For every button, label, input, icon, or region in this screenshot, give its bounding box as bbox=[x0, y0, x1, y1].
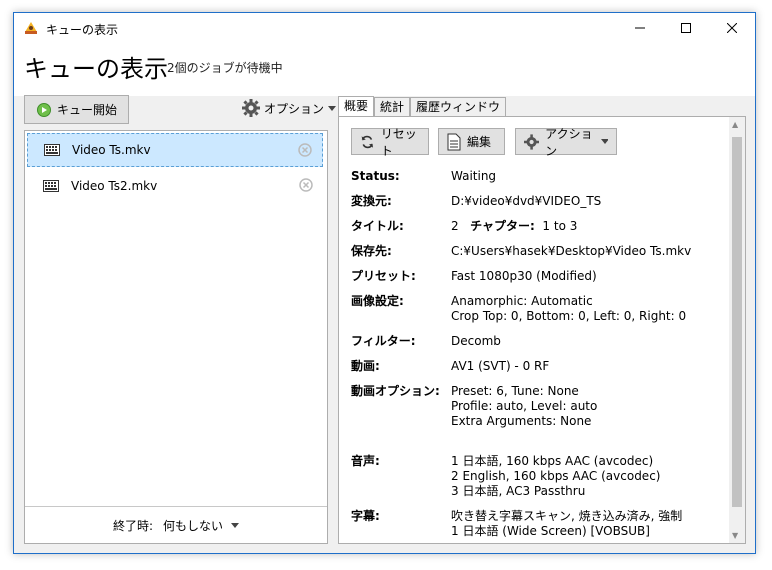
page-header: キューの表示 2個のジョブが待機中 bbox=[14, 43, 755, 96]
chapter-label: チャプター: bbox=[470, 219, 535, 233]
reset-label: リセット bbox=[380, 126, 417, 158]
scroll-up-icon[interactable]: ▲ bbox=[732, 120, 738, 129]
when-done-dropdown[interactable]: 何もしない bbox=[163, 517, 240, 534]
source-label: 変換元: bbox=[351, 194, 392, 208]
summary-panel: リセット 編集 アクション Status: Waiting 変換元: D:¥vi… bbox=[338, 116, 746, 544]
audio-line: 3 日本語, AC3 Passthru bbox=[451, 484, 586, 498]
subtitle-line: 1 日本語 (Wide Screen) [VOBSUB] bbox=[451, 524, 650, 538]
filters-value: Decomb bbox=[451, 334, 501, 348]
preset-value: Fast 1080p30 (Modified) bbox=[451, 269, 597, 283]
action-label: アクション bbox=[545, 126, 593, 158]
destination-value: C:¥Users¥hasek¥Desktop¥Video Ts.mkv bbox=[451, 244, 692, 258]
video-options-row: 動画オプション: Preset: 6, Tune: None Profile: … bbox=[351, 384, 721, 429]
subtitles-row: 字幕: 吹き替え字幕スキャン, 焼き込み済み, 強制 1 日本語 (Wide S… bbox=[351, 509, 721, 539]
remove-icon[interactable] bbox=[299, 178, 313, 192]
maximize-icon bbox=[681, 23, 691, 33]
close-icon bbox=[727, 23, 737, 33]
options-label: オプション bbox=[264, 101, 325, 116]
action-button[interactable]: アクション bbox=[515, 127, 617, 158]
audio-line: 2 English, 160 kbps AAC (avcodec) bbox=[451, 469, 661, 483]
video-file-icon bbox=[44, 144, 60, 156]
preset-label: プリセット: bbox=[351, 269, 416, 283]
queue-item[interactable]: Video Ts2.mkv bbox=[27, 169, 323, 203]
subtitles-label: 字幕: bbox=[351, 509, 380, 523]
tab-history[interactable]: 履歴ウィンドウ bbox=[410, 97, 507, 117]
remove-icon[interactable] bbox=[298, 143, 312, 157]
detail-tabs: 概要 統計 履歴ウィンドウ bbox=[338, 96, 507, 118]
picture-row: 画像設定: Anamorphic: Automatic Crop Top: 0,… bbox=[351, 294, 721, 324]
video-label: 動画: bbox=[351, 359, 380, 373]
queue-item-name: Video Ts2.mkv bbox=[71, 179, 158, 193]
audio-label: 音声: bbox=[351, 454, 380, 468]
scroll-down-icon[interactable]: ▼ bbox=[732, 531, 738, 540]
source-row: 変換元: D:¥video¥dvd¥VIDEO_TS bbox=[351, 194, 721, 209]
audio-line: 1 日本語, 160 kbps AAC (avcodec) bbox=[451, 454, 654, 468]
when-done-bar: 終了時: 何もしない bbox=[25, 506, 327, 543]
scrollbar-thumb[interactable] bbox=[732, 137, 742, 507]
source-value: D:¥video¥dvd¥VIDEO_TS bbox=[451, 194, 602, 208]
edit-button[interactable]: 編集 bbox=[438, 128, 505, 155]
title-bar: キューの表示 bbox=[14, 13, 755, 43]
video-option-line: Extra Arguments: None bbox=[451, 414, 592, 428]
job-count-text: 2個のジョブが待機中 bbox=[167, 61, 283, 75]
page-title: キューの表示 bbox=[24, 55, 168, 83]
when-done-label: 終了時: bbox=[112, 518, 154, 533]
refresh-icon bbox=[361, 135, 374, 148]
status-row: Status: Waiting bbox=[351, 169, 721, 184]
options-dropdown[interactable]: オプション bbox=[242, 99, 337, 117]
chapter-value: 1 to 3 bbox=[542, 219, 578, 233]
chevron-down-icon bbox=[231, 522, 240, 528]
filters-label: フィルター: bbox=[351, 334, 416, 348]
start-queue-button[interactable]: キュー開始 bbox=[24, 95, 129, 124]
start-queue-label: キュー開始 bbox=[57, 103, 118, 117]
edit-label: 編集 bbox=[467, 135, 492, 149]
play-icon bbox=[37, 102, 51, 117]
picture-line: Anamorphic: Automatic bbox=[451, 294, 593, 308]
filters-row: フィルター: Decomb bbox=[351, 334, 721, 349]
window-title: キューの表示 bbox=[46, 23, 119, 37]
queue-window: キューの表示 キューの表示 2個のジョブが待機中 キュー開始 オプション Vid… bbox=[13, 12, 756, 554]
audio-row: 音声: 1 日本語, 160 kbps AAC (avcodec) 2 Engl… bbox=[351, 454, 721, 499]
minimize-icon bbox=[635, 27, 645, 29]
preset-row: プリセット: Fast 1080p30 (Modified) bbox=[351, 269, 721, 284]
tab-statistics[interactable]: 統計 bbox=[374, 97, 411, 117]
destination-label: 保存先: bbox=[351, 244, 392, 258]
queue-item-name: Video Ts.mkv bbox=[72, 143, 151, 157]
video-option-line: Profile: auto, Level: auto bbox=[451, 399, 598, 413]
video-file-icon bbox=[43, 180, 59, 192]
destination-row: 保存先: C:¥Users¥hasek¥Desktop¥Video Ts.mkv bbox=[351, 244, 721, 259]
title-value: 2 bbox=[451, 219, 459, 233]
chevron-down-icon bbox=[601, 139, 608, 144]
tab-summary[interactable]: 概要 bbox=[338, 96, 375, 118]
gear-icon bbox=[524, 133, 540, 150]
queue-list: Video Ts.mkv Video Ts2.mkv 終了時: 何もしない bbox=[24, 130, 328, 544]
app-icon bbox=[25, 22, 37, 34]
video-value: AV1 (SVT) - 0 RF bbox=[451, 359, 550, 373]
close-button[interactable] bbox=[709, 13, 755, 43]
chevron-down-icon bbox=[328, 105, 337, 111]
title-row: タイトル: 2 チャプター: 1 to 3 bbox=[351, 219, 721, 234]
video-options-label: 動画オプション: bbox=[351, 384, 440, 398]
status-label: Status: bbox=[351, 169, 400, 183]
vertical-scrollbar[interactable]: ▲ ▼ bbox=[729, 117, 745, 543]
job-details: Status: Waiting 変換元: D:¥video¥dvd¥VIDEO_… bbox=[351, 169, 721, 543]
gear-icon bbox=[242, 99, 260, 117]
video-option-line: Preset: 6, Tune: None bbox=[451, 384, 579, 398]
picture-line: Crop Top: 0, Bottom: 0, Left: 0, Right: … bbox=[451, 309, 687, 323]
video-row: 動画: AV1 (SVT) - 0 RF bbox=[351, 359, 721, 374]
maximize-button[interactable] bbox=[663, 13, 709, 43]
title-label: タイトル: bbox=[351, 219, 404, 233]
document-icon bbox=[447, 133, 461, 150]
queue-item[interactable]: Video Ts.mkv bbox=[27, 133, 323, 167]
picture-label: 画像設定: bbox=[351, 294, 404, 308]
subtitle-line: 吹き替え字幕スキャン, 焼き込み済み, 強制 bbox=[451, 509, 683, 523]
when-done-value: 何もしない bbox=[163, 518, 224, 533]
reset-button[interactable]: リセット bbox=[351, 127, 429, 158]
status-value: Waiting bbox=[451, 169, 497, 183]
minimize-button[interactable] bbox=[617, 13, 663, 43]
